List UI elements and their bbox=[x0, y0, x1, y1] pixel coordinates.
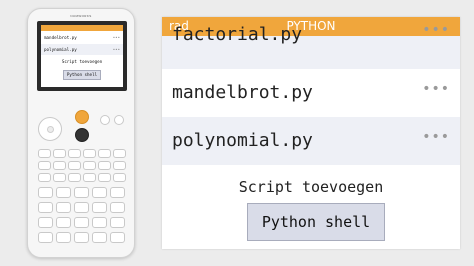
keypad-key[interactable] bbox=[113, 161, 126, 170]
keypad-key[interactable] bbox=[92, 202, 107, 213]
ok-round-key[interactable] bbox=[100, 115, 110, 125]
keypad-key[interactable] bbox=[38, 217, 53, 228]
script-row[interactable]: factorial.py ••• bbox=[162, 22, 460, 69]
add-script-label: Script toevoegen bbox=[238, 178, 384, 196]
keypad-key[interactable] bbox=[74, 232, 89, 243]
script-row[interactable]: mandelbrot.py ••• bbox=[162, 69, 460, 117]
home-key[interactable] bbox=[75, 110, 89, 124]
more-options-icon[interactable]: ••• bbox=[422, 81, 450, 97]
keypad-key[interactable] bbox=[38, 149, 51, 158]
keypad-key[interactable] bbox=[68, 149, 81, 158]
keypad-key[interactable] bbox=[98, 161, 111, 170]
keypad-key[interactable] bbox=[110, 187, 125, 198]
keypad-key[interactable] bbox=[110, 202, 125, 213]
calculator-device: NUMWORKS mandelbrot.py ••• polynomial.py… bbox=[27, 8, 135, 258]
keypad-key[interactable] bbox=[56, 187, 71, 198]
keypad-key[interactable] bbox=[56, 217, 71, 228]
keypad-key[interactable] bbox=[38, 232, 53, 243]
keypad-key[interactable] bbox=[74, 187, 89, 198]
keypad-key[interactable] bbox=[56, 202, 71, 213]
more-options-icon[interactable]: ••• bbox=[422, 129, 450, 145]
script-row[interactable]: polynomial.py ••• bbox=[162, 117, 460, 165]
keypad-key[interactable] bbox=[53, 149, 66, 158]
keypad-key[interactable] bbox=[68, 161, 81, 170]
keypad-key[interactable] bbox=[74, 217, 89, 228]
keypad-key[interactable] bbox=[83, 173, 96, 182]
keypad-key[interactable] bbox=[110, 217, 125, 228]
calculator-keypad bbox=[28, 9, 136, 259]
python-app-screen: rad PYTHON factorial.py ••• mandelbrot.p… bbox=[162, 17, 460, 249]
keypad-key[interactable] bbox=[92, 232, 107, 243]
keypad-key[interactable] bbox=[53, 161, 66, 170]
keypad-key[interactable] bbox=[38, 173, 51, 182]
keypad-key[interactable] bbox=[98, 149, 111, 158]
keypad-key[interactable] bbox=[38, 161, 51, 170]
power-key[interactable] bbox=[75, 128, 89, 142]
back-key[interactable] bbox=[114, 115, 124, 125]
keypad-key[interactable] bbox=[38, 202, 53, 213]
more-options-icon[interactable]: ••• bbox=[422, 22, 450, 38]
keypad-key[interactable] bbox=[113, 149, 126, 158]
ok-key[interactable] bbox=[47, 126, 54, 133]
keypad-key[interactable] bbox=[38, 187, 53, 198]
keypad-key[interactable] bbox=[92, 217, 107, 228]
keypad-key[interactable] bbox=[83, 149, 96, 158]
keypad-key[interactable] bbox=[113, 173, 126, 182]
keypad-key[interactable] bbox=[110, 232, 125, 243]
keypad-key[interactable] bbox=[98, 173, 111, 182]
dpad-arrows-icon[interactable] bbox=[38, 117, 62, 141]
script-name: factorial.py bbox=[172, 24, 303, 45]
python-shell-button[interactable]: Python shell bbox=[247, 203, 385, 241]
keypad-key[interactable] bbox=[74, 202, 89, 213]
keypad-key[interactable] bbox=[92, 187, 107, 198]
keypad-key[interactable] bbox=[53, 173, 66, 182]
keypad-key[interactable] bbox=[56, 232, 71, 243]
script-name: polynomial.py bbox=[172, 130, 313, 151]
keypad-key[interactable] bbox=[68, 173, 81, 182]
keypad-key[interactable] bbox=[83, 161, 96, 170]
script-name: mandelbrot.py bbox=[172, 82, 313, 103]
